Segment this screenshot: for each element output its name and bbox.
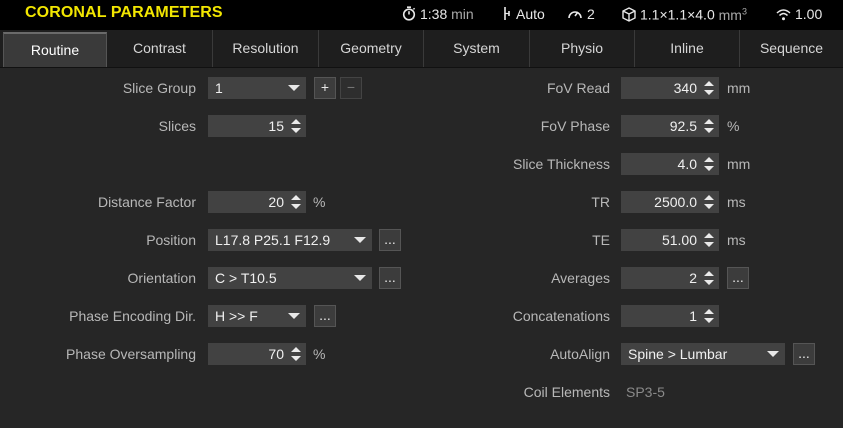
te-stepper[interactable]: 51.00	[621, 229, 719, 251]
fov-phase-unit: %	[727, 118, 740, 134]
mode-stat: Auto	[502, 6, 545, 22]
averages-more-button[interactable]: ...	[727, 267, 749, 289]
concatenations-value: 1	[689, 308, 697, 324]
sync-mode-icon	[504, 7, 510, 20]
slice-thickness-stepper[interactable]: 4.0	[621, 153, 719, 175]
tab-routine[interactable]: Routine	[3, 32, 107, 67]
te-unit: ms	[727, 232, 746, 248]
tab-inline[interactable]: Inline	[635, 30, 740, 67]
tab-physio[interactable]: Physio	[530, 30, 635, 67]
tr-label: TR	[591, 194, 610, 210]
concatenations-stepper[interactable]: 1	[621, 305, 719, 327]
scan-time-value: 1:38	[420, 6, 448, 22]
tr-value: 2500.0	[654, 194, 697, 210]
snr-value: 1.00	[795, 6, 823, 22]
snr-stat: 1.00	[776, 6, 822, 22]
fov-read-unit: mm	[727, 80, 751, 96]
fov-read-value: 340	[673, 80, 697, 96]
tab-bar: Routine Contrast Resolution Geometry Sys…	[0, 30, 843, 68]
tab-resolution[interactable]: Resolution	[213, 30, 319, 67]
spin-arrows-icon[interactable]	[702, 307, 716, 325]
autoalign-label: AutoAlign	[550, 346, 610, 362]
autoalign-value: Spine > Lumbar	[628, 346, 728, 362]
cube-icon	[622, 6, 636, 22]
speed-value: 2	[587, 6, 595, 22]
title-bar: CORONAL PARAMETERS 1:38 min Auto 2 1.1×1…	[0, 0, 843, 30]
signal-icon	[776, 9, 791, 21]
chevron-down-icon	[767, 351, 779, 357]
concatenations-label: Concatenations	[512, 308, 610, 324]
tab-contrast[interactable]: Contrast	[107, 30, 213, 67]
page-title: CORONAL PARAMETERS	[25, 4, 223, 21]
speed-stat: 2	[567, 6, 595, 22]
slice-thickness-value: 4.0	[677, 156, 697, 172]
slice-thickness-label: Slice Thickness	[512, 156, 610, 172]
spin-arrows-icon[interactable]	[702, 79, 716, 97]
averages-label: Averages	[551, 270, 610, 286]
te-label: TE	[592, 232, 610, 248]
fov-phase-label: FoV Phase	[540, 118, 610, 134]
gauge-icon	[568, 11, 582, 19]
fov-read-stepper[interactable]: 340	[621, 77, 719, 99]
tr-stepper[interactable]: 2500.0	[621, 191, 719, 213]
fov-phase-value: 92.5	[669, 118, 697, 134]
voxel-unit: mm3	[718, 6, 747, 23]
voxel-value: 1.1×1.1×4.0	[640, 6, 715, 23]
spin-arrows-icon[interactable]	[702, 269, 716, 287]
coil-elements-value: SP3-5	[626, 384, 665, 400]
autoalign-more-button[interactable]: ...	[793, 343, 815, 365]
spin-arrows-icon[interactable]	[702, 231, 716, 249]
stopwatch-icon	[402, 6, 416, 21]
fov-phase-stepper[interactable]: 92.5	[621, 115, 719, 137]
averages-value: 2	[689, 270, 697, 286]
coil-elements-label: Coil Elements	[523, 384, 610, 400]
scan-time-stat: 1:38 min	[402, 6, 474, 22]
tab-system[interactable]: System	[424, 30, 530, 67]
spin-arrows-icon[interactable]	[702, 117, 716, 135]
tab-geometry[interactable]: Geometry	[319, 30, 424, 67]
averages-stepper[interactable]: 2	[621, 267, 719, 289]
spin-arrows-icon[interactable]	[702, 155, 716, 173]
autoalign-dropdown[interactable]: Spine > Lumbar	[621, 343, 785, 365]
tr-unit: ms	[727, 194, 746, 210]
scan-time-unit: min	[451, 6, 474, 22]
spin-arrows-icon[interactable]	[702, 193, 716, 211]
mode-value: Auto	[516, 6, 545, 22]
tab-sequence[interactable]: Sequence	[740, 30, 843, 67]
voxel-stat: 1.1×1.1×4.0 mm3	[622, 6, 747, 23]
fov-read-label: FoV Read	[546, 80, 610, 96]
slice-thickness-unit: mm	[727, 156, 751, 172]
te-value: 51.00	[661, 232, 697, 248]
